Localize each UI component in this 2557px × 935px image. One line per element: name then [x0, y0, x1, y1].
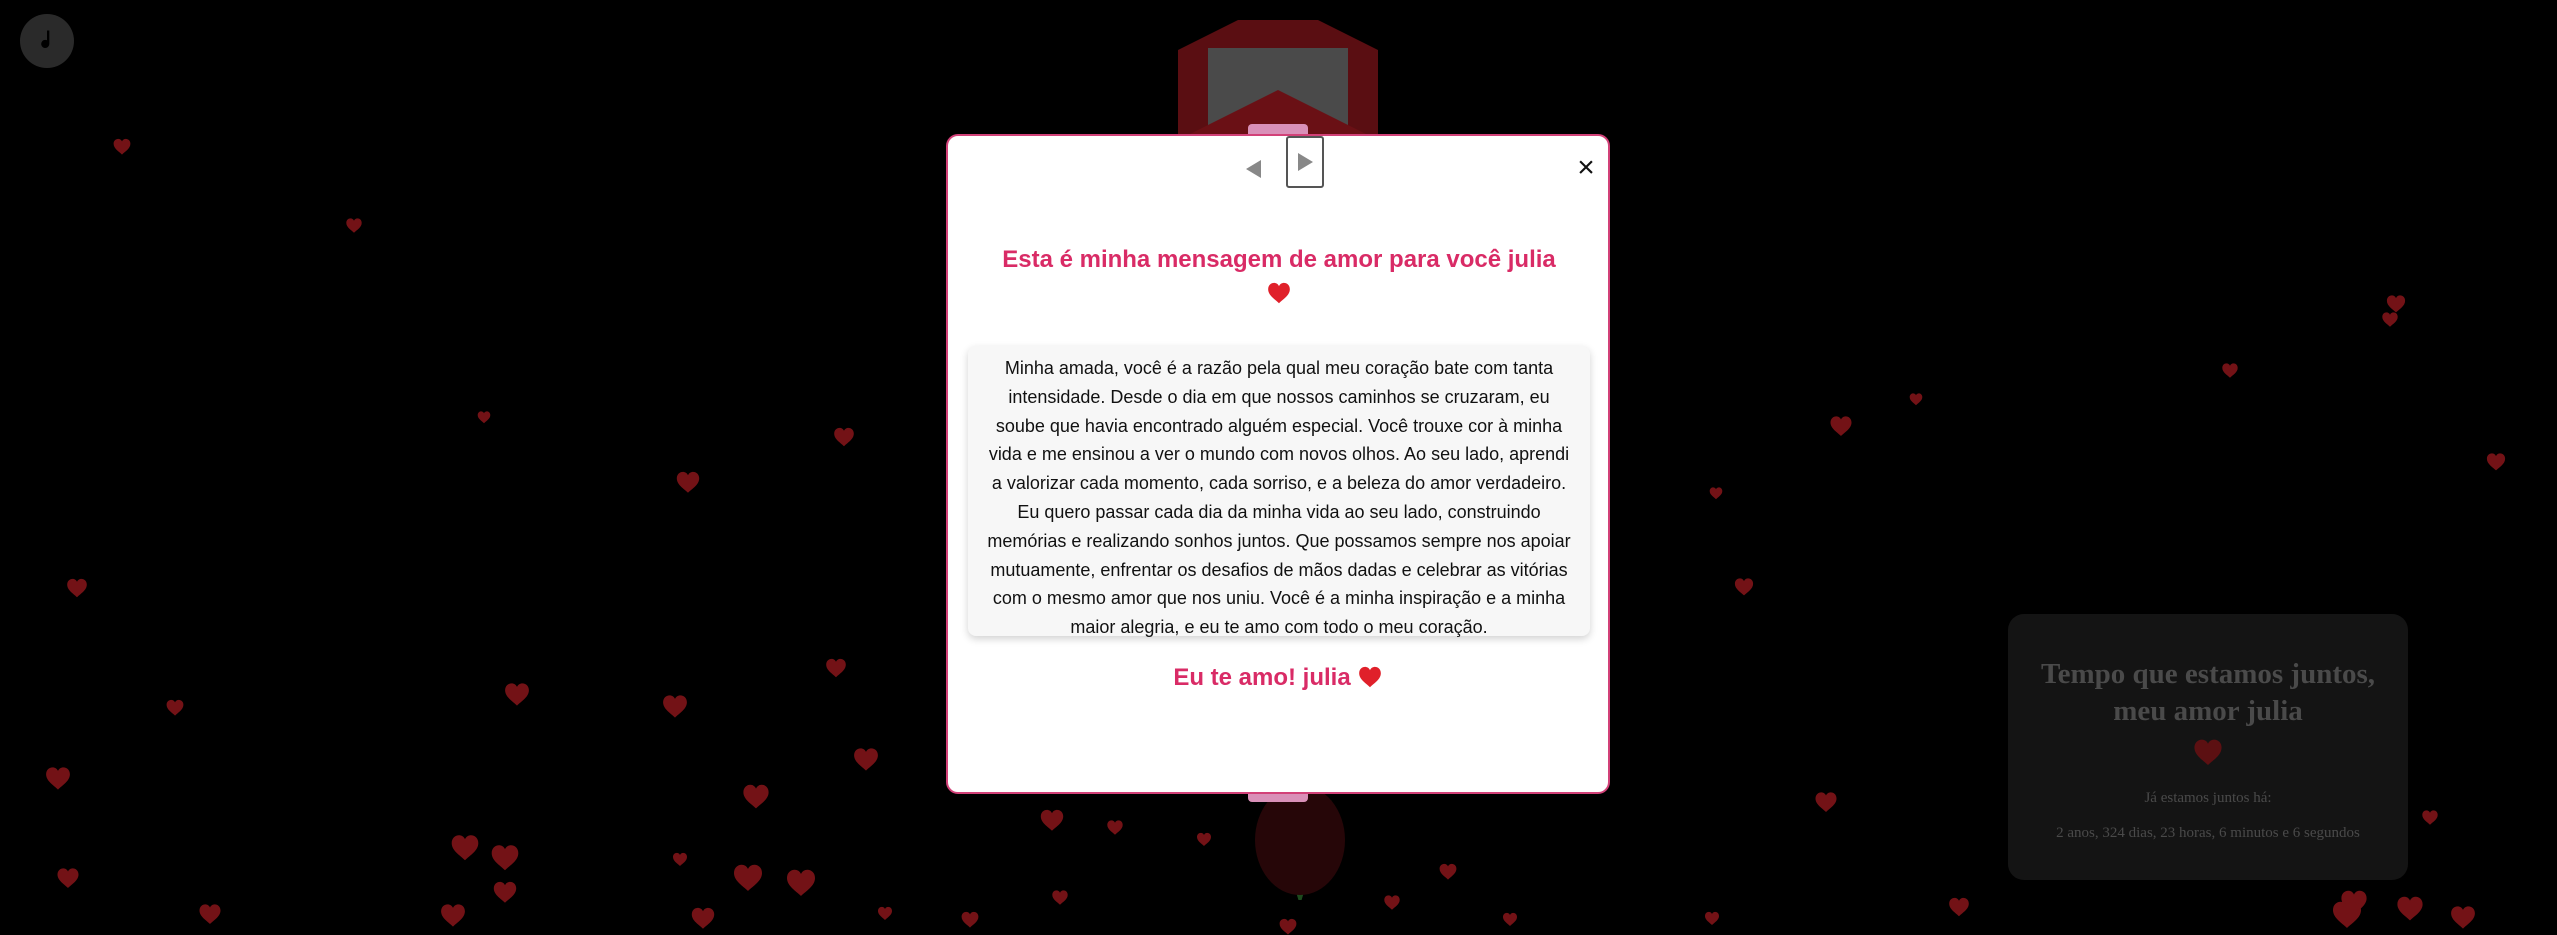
- heart-icon: [663, 695, 687, 718]
- message-body: Minha amada, você é a razão pela qual me…: [968, 346, 1590, 637]
- heart-icon: [1949, 897, 1969, 917]
- heart-icon: [1709, 487, 1723, 500]
- heart-icon: [1734, 578, 1754, 596]
- timer-subtitle: Já estamos juntos há:: [2144, 790, 2272, 806]
- heart-icon: [1358, 666, 1381, 688]
- heart-icon: [441, 904, 465, 927]
- heart-icon: [46, 767, 70, 790]
- timer-value: 2 anos, 324 dias, 23 horas, 6 minutos e …: [2056, 825, 2360, 841]
- heart-icon: [854, 748, 878, 771]
- heart-icon: [1197, 832, 1211, 846]
- closing-line: Eu te amo! julia: [948, 664, 1608, 692]
- heart-icon: [505, 683, 529, 706]
- heart-icon: [1503, 912, 1517, 926]
- heart-icon: [676, 471, 700, 493]
- triangle-left-icon: [1246, 160, 1261, 178]
- heart-icon: [166, 699, 184, 716]
- heart-icon: [1107, 820, 1123, 835]
- heart-icon: [2222, 363, 2238, 378]
- heart-icon: [2341, 890, 2367, 915]
- heart-icon: [1705, 911, 1719, 925]
- heart-icon: [2486, 453, 2506, 471]
- heart-icon: [1279, 918, 1297, 935]
- heart-icon: [743, 784, 769, 809]
- heart-icon: [834, 427, 854, 447]
- close-button[interactable]: ×: [1572, 151, 1600, 184]
- heart-icon: [691, 907, 715, 929]
- heart-icon: [57, 868, 79, 888]
- music-toggle-button[interactable]: [20, 14, 74, 68]
- heart-icon: [1439, 863, 1457, 880]
- heart-icon: [878, 906, 892, 920]
- music-note-icon: [41, 30, 50, 49]
- heart-icon: [1052, 890, 1068, 905]
- heart-icon: [493, 881, 517, 903]
- relationship-timer-card: Tempo que estamos juntos, meu amor julia…: [2008, 614, 2408, 880]
- heart-icon: [451, 835, 479, 861]
- heart-icon: [1268, 282, 1290, 304]
- heart-icon: [961, 911, 979, 928]
- heart-icon: [787, 869, 815, 896]
- heart-icon: [2333, 901, 2361, 928]
- heart-icon: [2422, 810, 2438, 825]
- envelope-illustration: [1178, 20, 1378, 140]
- heart-icon: [2194, 739, 2222, 766]
- next-button[interactable]: [1286, 136, 1324, 188]
- heart-icon: [1909, 393, 1923, 406]
- timer-title: Tempo que estamos juntos, meu amor julia: [2040, 658, 2376, 727]
- heart-icon: [346, 218, 362, 233]
- message-title-block: Esta é minha mensagem de amor para você …: [988, 244, 1570, 304]
- heart-icon: [2451, 906, 2475, 929]
- closing-text: Eu te amo! julia: [1173, 664, 1351, 691]
- heart-icon: [491, 845, 519, 871]
- heart-icon: [673, 852, 687, 866]
- heart-icon: [734, 864, 762, 891]
- heart-icon: [826, 658, 846, 678]
- triangle-right-icon: [1298, 153, 1313, 171]
- message-title: Esta é minha mensagem de amor para você …: [1002, 246, 1556, 273]
- heart-icon: [1830, 416, 1852, 436]
- heart-icon: [2397, 896, 2423, 921]
- heart-icon: [1040, 809, 1064, 831]
- heart-icon: [2386, 295, 2406, 313]
- love-message-modal: × Esta é minha mensagem de amor para voc…: [946, 134, 1610, 794]
- previous-button[interactable]: [1242, 154, 1266, 184]
- heart-icon: [1384, 895, 1400, 910]
- heart-icon: [2382, 312, 2398, 327]
- heart-icon: [199, 904, 221, 924]
- heart-icon: [1815, 792, 1837, 812]
- heart-icon: [477, 411, 491, 424]
- heart-icon: [113, 138, 131, 155]
- heart-icon: [67, 578, 87, 598]
